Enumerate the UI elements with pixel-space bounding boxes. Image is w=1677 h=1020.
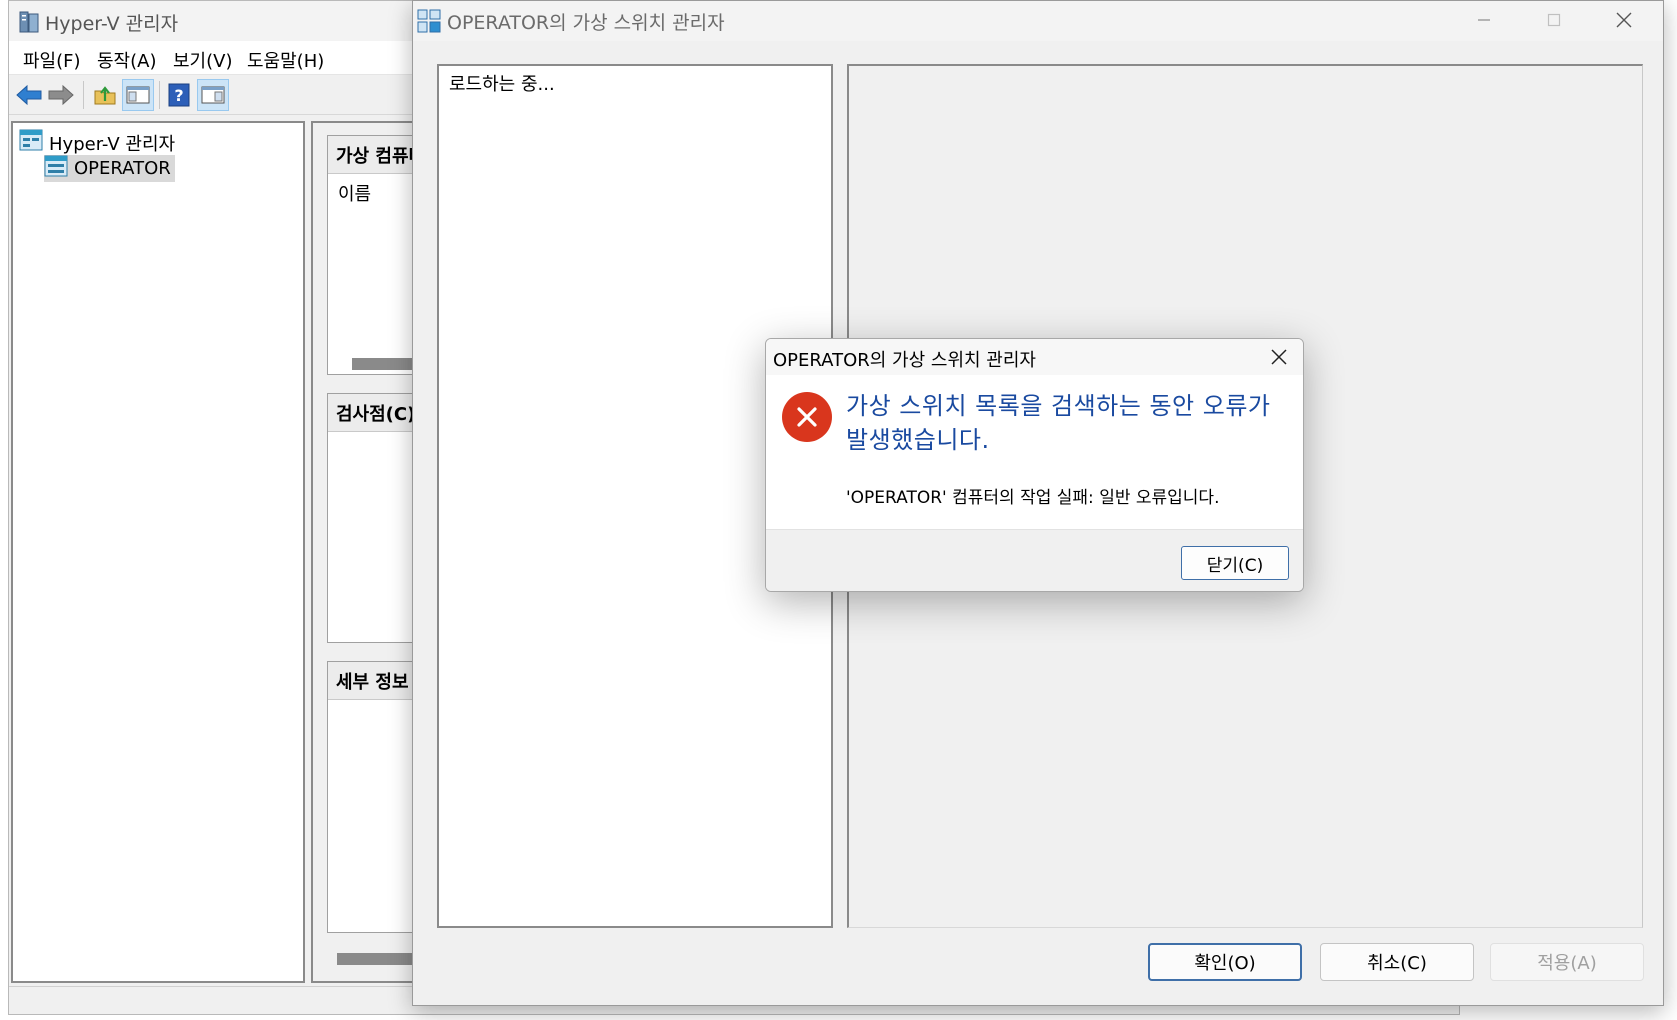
error-dialog-titlebar[interactable]: OPERATOR의 가상 스위치 관리자 bbox=[766, 339, 1303, 375]
tree-node-operator[interactable]: OPERATOR bbox=[44, 155, 175, 182]
tree-node-root[interactable]: Hyper-V 관리자 bbox=[19, 129, 175, 156]
menu-action[interactable]: 동작(A) bbox=[97, 47, 156, 73]
apply-button[interactable]: 적용(A) bbox=[1490, 943, 1644, 981]
switch-manager-title: OPERATOR의 가상 스위치 관리자 bbox=[447, 12, 725, 34]
console-tree: Hyper-V 관리자 OPERATOR bbox=[11, 121, 305, 983]
hyperv-manager-icon bbox=[19, 129, 43, 156]
maximize-button[interactable] bbox=[1521, 1, 1587, 39]
error-dialog-footer: 닫기(C) bbox=[766, 529, 1303, 591]
menu-view[interactable]: 보기(V) bbox=[173, 47, 232, 73]
center-pane: 가상 컴퓨터(I) 이름 검사점(C) 세부 정보 bbox=[311, 121, 432, 983]
tree-node-root-label: Hyper-V 관리자 bbox=[49, 133, 176, 155]
error-detail-message: 'OPERATOR' 컴퓨터의 작업 실패: 일반 오류입니다. bbox=[846, 488, 1220, 508]
menu-file[interactable]: 파일(F) bbox=[23, 47, 81, 73]
back-arrow-icon[interactable] bbox=[13, 79, 45, 111]
minimize-button[interactable] bbox=[1451, 1, 1517, 39]
show-hide-console-tree-icon[interactable] bbox=[122, 79, 154, 111]
switch-manager-titlebar[interactable]: OPERATOR의 가상 스위치 관리자 bbox=[413, 1, 1663, 41]
folder-up-icon[interactable] bbox=[89, 79, 121, 111]
svg-text:?: ? bbox=[174, 86, 183, 105]
server-icon bbox=[44, 155, 68, 182]
show-hide-action-pane-icon[interactable] bbox=[197, 79, 229, 111]
close-window-button[interactable] bbox=[1591, 1, 1657, 39]
column-name-header[interactable]: 이름 bbox=[338, 180, 371, 206]
close-icon[interactable] bbox=[1260, 341, 1298, 373]
window-title: Hyper-V 관리자 bbox=[45, 13, 179, 35]
forward-arrow-icon[interactable] bbox=[45, 79, 77, 111]
switch-manager-icon bbox=[417, 9, 441, 33]
tree-node-operator-label: OPERATOR bbox=[74, 158, 171, 179]
cancel-button[interactable]: 취소(C) bbox=[1320, 943, 1474, 981]
menu-help[interactable]: 도움말(H) bbox=[247, 47, 324, 73]
error-main-message: 가상 스위치 목록을 검색하는 동안 오류가 발생했습니다. bbox=[846, 392, 1271, 454]
error-dialog-title: OPERATOR의 가상 스위치 관리자 bbox=[773, 350, 1036, 371]
ok-button[interactable]: 확인(O) bbox=[1148, 943, 1302, 981]
error-dialog: OPERATOR의 가상 스위치 관리자 가상 스위치 목록을 검색하는 동안 … bbox=[765, 338, 1304, 592]
hyperv-app-icon bbox=[17, 10, 41, 34]
error-icon bbox=[782, 392, 832, 442]
close-button[interactable]: 닫기(C) bbox=[1181, 546, 1289, 580]
loading-text: 로드하는 중... bbox=[449, 74, 555, 95]
help-icon[interactable]: ? bbox=[163, 79, 195, 111]
